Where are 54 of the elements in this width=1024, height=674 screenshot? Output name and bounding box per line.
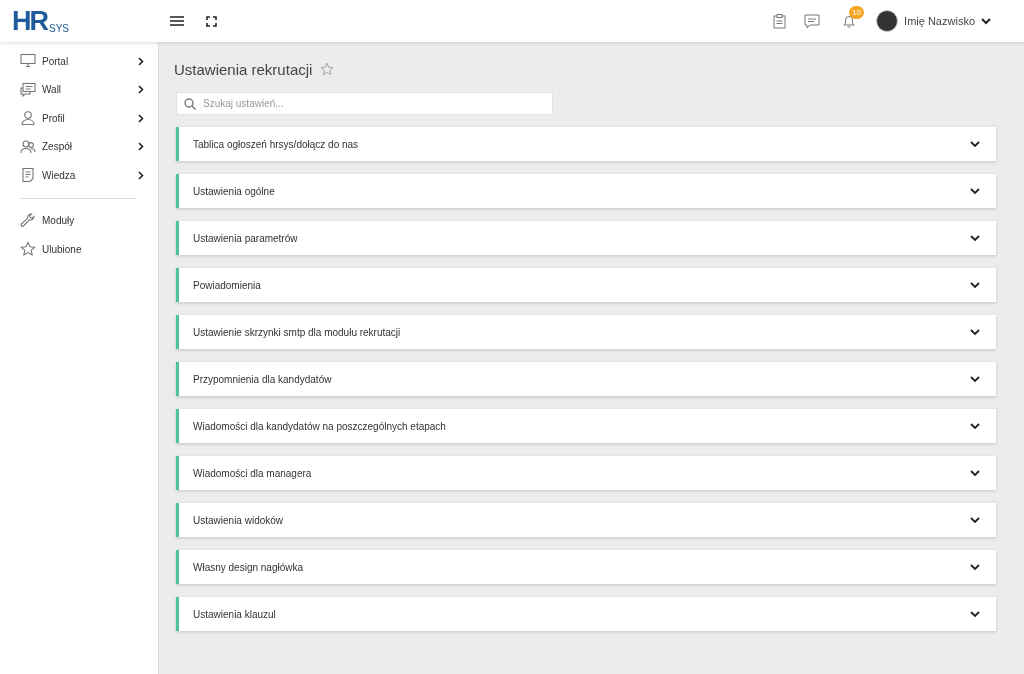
notification-badge: 10: [849, 5, 864, 19]
sidebar-item[interactable]: Wall: [0, 75, 158, 104]
chevron-right-icon: [138, 113, 144, 123]
wrench-icon: [20, 212, 36, 229]
chat-icon: [20, 81, 36, 98]
accordion-header[interactable]: Wiadomości dla managera: [176, 456, 996, 490]
chevron-down-icon: [970, 422, 980, 430]
chevron-down-icon: [981, 17, 991, 25]
chevron-down-icon: [970, 328, 980, 336]
chevron-down-icon: [970, 140, 980, 148]
accordion-header[interactable]: Własny design nagłówka: [176, 550, 996, 584]
monitor-icon: [20, 53, 36, 70]
clipboard-icon[interactable]: [773, 13, 787, 29]
people-icon: [20, 138, 36, 155]
chevron-down-icon: [970, 234, 980, 242]
chevron-down-icon: [970, 281, 980, 289]
chevron-right-icon: [138, 142, 144, 152]
star-icon: [20, 241, 36, 258]
chevron-right-icon: [138, 85, 144, 95]
chevron-down-icon: [970, 516, 980, 524]
avatar: [876, 10, 899, 32]
chevron-right-icon: [138, 170, 144, 180]
bell-icon[interactable]: [842, 13, 857, 29]
chevron-down-icon: [970, 563, 980, 571]
sidebar-item[interactable]: Profil: [0, 104, 158, 133]
accordion-header[interactable]: Ustawienia parametrów: [176, 221, 996, 255]
document-icon: [20, 167, 36, 184]
sidebar-item[interactable]: Ulubione: [0, 235, 158, 264]
accordion-header[interactable]: Powiadomienia: [176, 268, 996, 302]
chevron-down-icon: [970, 469, 980, 477]
accordion-header[interactable]: Ustawienia ogólne: [176, 174, 996, 208]
chevron-down-icon: [970, 375, 980, 383]
chevron-down-icon: [970, 187, 980, 195]
accordion-header[interactable]: Ustawienie skrzynki smtp dla modułu rekrutacji: [176, 315, 996, 349]
person-icon: [20, 110, 36, 127]
sidebar-item[interactable]: Zespół: [0, 132, 158, 161]
accordion-header[interactable]: Przypomnienia dla kandydatów: [176, 362, 996, 396]
logo[interactable]: HRSYS: [12, 8, 69, 34]
fullscreen-icon[interactable]: [206, 15, 217, 27]
search-field[interactable]: Szukaj ustawień...: [176, 92, 553, 115]
accordion-header[interactable]: Tablica ogłoszeń hrsys/dołącz do nas: [176, 127, 996, 161]
chevron-down-icon: [970, 610, 980, 618]
accordion-header[interactable]: Ustawienia klauzul: [176, 597, 996, 631]
message-icon[interactable]: [804, 13, 821, 29]
star-icon[interactable]: [320, 62, 335, 76]
page-title: Ustawienia rekrutacji: [174, 60, 313, 78]
chevron-right-icon: [138, 56, 144, 66]
accordion-header[interactable]: Ustawienia widoków: [176, 503, 996, 537]
accordion-header[interactable]: Wiadomości dla kandydatów na poszczególnych etapach: [176, 409, 996, 443]
menu-icon[interactable]: [170, 15, 184, 27]
sidebar-item[interactable]: Moduły: [0, 206, 158, 235]
sidebar-item[interactable]: Wiedza: [0, 161, 158, 190]
sidebar-item[interactable]: Portal: [0, 47, 158, 76]
user-menu[interactable]: Imię Nazwisko: [876, 10, 991, 32]
